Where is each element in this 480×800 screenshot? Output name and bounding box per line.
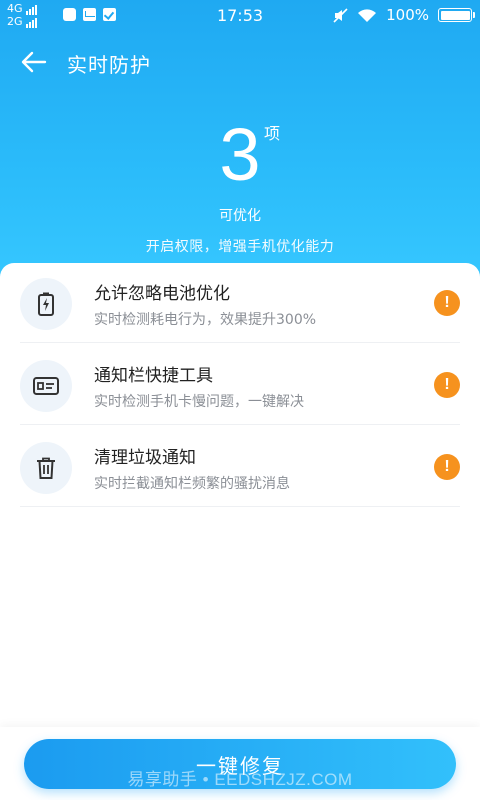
item-icon-bg (20, 278, 72, 330)
warning-icon: ! (434, 372, 460, 398)
battery-percent: 100% (386, 6, 429, 24)
permission-tip: 开启权限，增强手机优化能力 (145, 239, 335, 255)
optimizable-count: 3 (219, 113, 261, 196)
list-item-notification-tools[interactable]: 通知栏快捷工具 实时检测手机卡慢问题，一键解决 ! (20, 345, 460, 425)
app-header: 实时防护 (0, 40, 480, 84)
item-title: 允许忽略电池优化 (94, 284, 230, 304)
item-title: 通知栏快捷工具 (94, 366, 213, 386)
trash-icon (37, 457, 55, 479)
count-unit: 项 (264, 124, 281, 143)
mute-icon (333, 7, 348, 23)
optimizable-count-wrap: 3 (0, 118, 480, 192)
list-item-clean-notifications[interactable]: 清理垃圾通知 实时拦截通知栏频繁的骚扰消息 ! (20, 427, 460, 507)
arrow-left-icon (21, 51, 47, 73)
warning-icon: ! (434, 290, 460, 316)
notification-card-icon (33, 377, 59, 395)
hero-header: 4G 2G 17:53 100% 实时防护 3 项 可优化 开启权限，增强手机优… (0, 0, 480, 290)
back-button[interactable] (14, 44, 54, 80)
item-icon-bg (20, 442, 72, 494)
list-item-battery-optimization[interactable]: 允许忽略电池优化 实时检测耗电行为，效果提升300% ! (20, 263, 460, 343)
optimization-list: 允许忽略电池优化 实时检测耗电行为，效果提升300% ! 通知栏快捷工具 实时检… (0, 263, 480, 800)
item-desc: 实时检测耗电行为，效果提升300% (94, 312, 317, 328)
status-right: 100% (333, 6, 475, 24)
watermark: 易享助手 • EEDSHZJZ.COM (127, 770, 353, 789)
status-bar: 4G 2G 17:53 100% (0, 0, 480, 32)
item-icon-bg (20, 360, 72, 412)
item-title: 清理垃圾通知 (94, 448, 196, 468)
battery-charging-icon (38, 292, 54, 316)
page-title: 实时防护 (67, 53, 151, 77)
count-label: 可优化 (219, 208, 261, 224)
wifi-icon (358, 8, 377, 22)
item-desc: 实时拦截通知栏频繁的骚扰消息 (94, 476, 290, 492)
item-desc: 实时检测手机卡慢问题，一键解决 (94, 394, 304, 410)
warning-icon: ! (434, 454, 460, 480)
battery-icon (438, 8, 475, 22)
